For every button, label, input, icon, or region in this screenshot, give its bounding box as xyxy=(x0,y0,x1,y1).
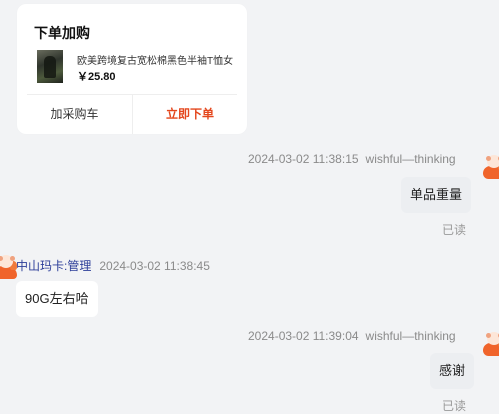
message-meta: 2024-03-02 11:39:04 wishful—thinking xyxy=(248,329,456,343)
add-to-cart-button[interactable]: 加采购车 xyxy=(17,95,132,134)
avatar-ear xyxy=(486,156,491,161)
message-time: 2024-03-02 11:39:04 xyxy=(248,329,359,343)
avatar-body xyxy=(483,343,499,356)
message-bubble[interactable]: 单品重量 xyxy=(401,177,472,213)
message-meta: 中山玛卡:管理 2024-03-02 11:38:45 xyxy=(16,257,217,274)
user-avatar-icon[interactable] xyxy=(483,155,499,179)
message-sender: wishful—thinking xyxy=(365,152,456,166)
message-time: 2024-03-02 11:38:15 xyxy=(248,152,359,166)
avatar-ear xyxy=(486,333,491,338)
user-avatar-icon[interactable] xyxy=(483,332,499,356)
contact-avatar-icon[interactable] xyxy=(0,255,17,279)
message-bubble[interactable]: 90G左右哈 xyxy=(16,281,98,317)
product-price: ￥25.80 xyxy=(77,71,116,83)
buy-now-button[interactable]: 立即下单 xyxy=(133,95,247,134)
message-bubble[interactable]: 感谢 xyxy=(430,353,475,389)
product-photo-figure xyxy=(44,56,56,78)
avatar-body xyxy=(483,166,499,179)
read-status: 已读 xyxy=(442,223,467,237)
avatar-ear xyxy=(10,256,15,261)
message-sender: wishful—thinking xyxy=(365,329,456,343)
order-card-title: 下单加购 xyxy=(34,25,90,41)
product-thumbnail[interactable] xyxy=(37,50,63,83)
message-meta: 2024-03-02 11:38:15 wishful—thinking xyxy=(248,152,456,166)
order-card: 下单加购 欧美跨境复古宽松棉黑色半袖T恤女 ￥25.80 加采购车 立即下单 xyxy=(17,4,247,134)
read-status: 已读 xyxy=(442,399,467,413)
product-name[interactable]: 欧美跨境复古宽松棉黑色半袖T恤女 xyxy=(77,52,247,67)
message-time: 2024-03-02 11:38:45 xyxy=(99,259,210,273)
message-sender[interactable]: 中山玛卡:管理 xyxy=(16,259,91,273)
